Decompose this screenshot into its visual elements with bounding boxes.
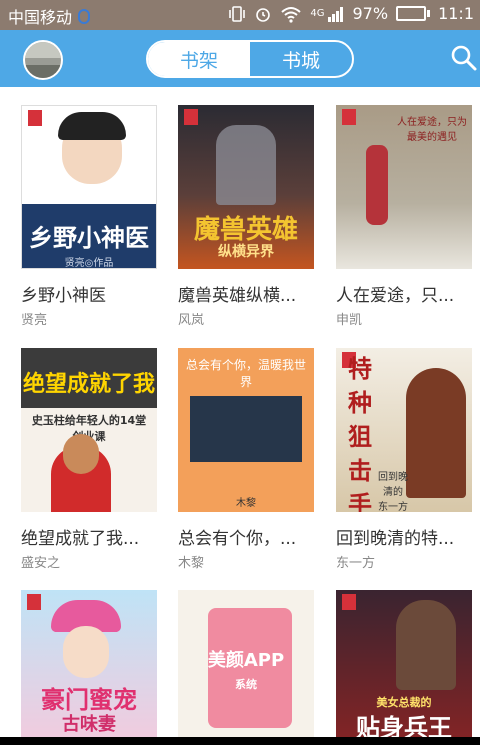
tab-bookshelf[interactable]: 书架	[148, 42, 250, 76]
book-author: 盛安之	[21, 556, 61, 571]
cover-title: 特种狙击手	[348, 355, 372, 512]
badge-icon	[28, 110, 42, 126]
cover-title: 乡野小神医	[29, 224, 149, 252]
book-author: 东一方	[336, 556, 376, 571]
cover-subtitle: 系统	[235, 678, 257, 691]
book-title: 乡野小神医	[21, 286, 106, 306]
book-title: 总会有个你，...	[178, 529, 297, 549]
app-bar: 书架 书城	[0, 30, 480, 87]
book-title: 人在爱途，只...	[336, 286, 455, 306]
vibrate-icon	[229, 5, 246, 22]
book-title: 绝望成就了我...	[21, 529, 140, 549]
status-bar: 中国移动 4G 97% 11:1	[0, 0, 480, 30]
book-cover[interactable]: 美女总裁的 贴身兵王	[336, 590, 472, 737]
notification-ring-icon	[78, 8, 91, 24]
battery-percent: 97%	[352, 4, 389, 23]
book-title: 魔兽英雄纵横...	[178, 286, 297, 306]
book-title: 回到晚清的特...	[336, 529, 455, 549]
bookshelf-grid: 乡野小神医 贤亮◎作品 乡野小神医 贤亮 魔兽英雄 纵横异界 魔兽英雄纵横...…	[0, 87, 480, 737]
cover-title: 人在爱途，只为最美的遇见	[397, 117, 467, 143]
cover-title: 美颜APP	[207, 650, 285, 671]
cover-subtitle: 木黎	[236, 498, 256, 509]
cover-subtitle: 回到晚清的 东一方	[378, 472, 408, 512]
carrier-label: 中国移动	[8, 8, 73, 27]
status-left: 中国移动	[8, 4, 91, 28]
cover-subtitle: 纵横异界	[218, 244, 274, 260]
cover-subtitle: 贤亮◎作品	[64, 258, 114, 269]
badge-icon	[342, 594, 356, 610]
book-cover[interactable]: 魔兽英雄 纵横异界	[178, 105, 314, 269]
network-type-label: 4G	[310, 8, 325, 19]
clock: 11:1	[438, 4, 474, 23]
cover-title: 贴身兵王	[356, 714, 452, 737]
cover-subtitle: 古味妻	[62, 714, 116, 735]
search-icon[interactable]	[450, 44, 478, 72]
bottom-edge	[0, 737, 480, 745]
battery-icon	[396, 6, 431, 21]
book-author: 木黎	[178, 556, 205, 571]
tab-switcher: 书架 书城	[146, 40, 354, 78]
badge-icon	[184, 109, 198, 125]
book-cover[interactable]: 乡野小神医 贤亮◎作品	[21, 105, 157, 269]
badge-icon	[27, 594, 41, 610]
book-cover[interactable]: 人在爱途，只为最美的遇见	[336, 105, 472, 269]
cover-title: 总会有个你，温暖我世界	[186, 358, 307, 389]
badge-icon	[342, 109, 356, 125]
wifi-icon	[281, 6, 302, 23]
book-author: 贤亮	[21, 313, 48, 328]
book-cover[interactable]: 美颜APP 系统	[178, 590, 314, 737]
book-author: 风岚	[178, 313, 205, 328]
book-cover[interactable]: 绝望成就了我 史玉柱给年轻人的14堂创业课	[21, 348, 157, 512]
user-avatar[interactable]	[23, 40, 63, 80]
cover-title: 绝望成就了我	[22, 372, 155, 397]
status-right: 4G 97% 11:1	[228, 4, 474, 23]
alarm-icon	[256, 7, 271, 22]
tab-bookstore[interactable]: 书城	[250, 42, 352, 76]
book-cover[interactable]: 特种狙击手 回到晚清的 东一方	[336, 348, 472, 512]
book-cover[interactable]: 豪门蜜宠 古味妻	[21, 590, 157, 737]
signal-icon	[327, 6, 343, 22]
book-cover[interactable]: 总会有个你，温暖我世界 木黎	[178, 348, 314, 512]
book-author: 申凯	[336, 313, 363, 328]
